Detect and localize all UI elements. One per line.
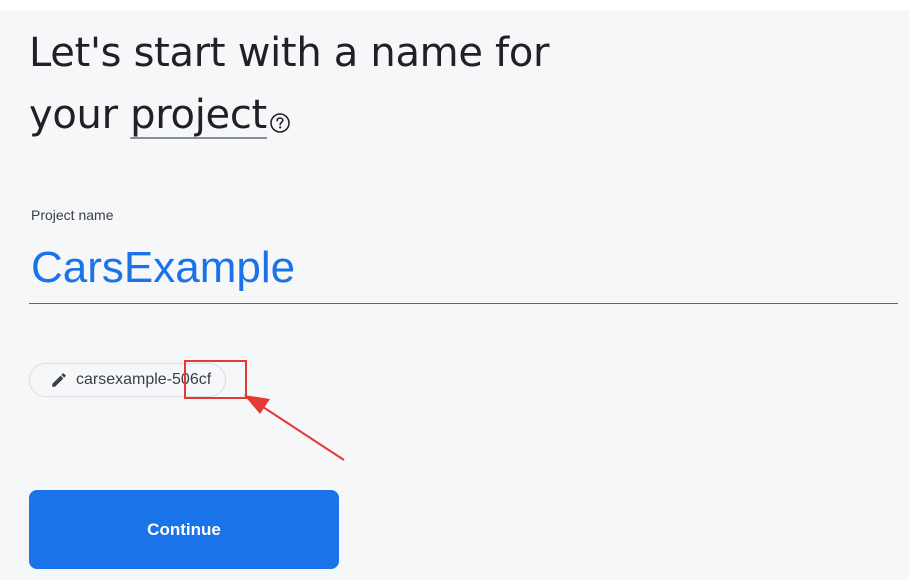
- help-circle-icon[interactable]: [269, 90, 291, 133]
- project-name-label: Project name: [31, 207, 114, 223]
- continue-button[interactable]: Continue: [29, 490, 339, 569]
- page-title-line-1: Let's start with a name for: [29, 30, 550, 76]
- pencil-icon: [52, 373, 66, 387]
- page-title: Let's start with a name for your project: [29, 22, 889, 146]
- project-name-input[interactable]: [29, 232, 898, 304]
- page-title-line-2: your project: [29, 84, 889, 146]
- annotation-arrow: [244, 395, 345, 461]
- project-term-link[interactable]: project: [130, 92, 267, 138]
- page-title-prefix: your: [29, 92, 131, 138]
